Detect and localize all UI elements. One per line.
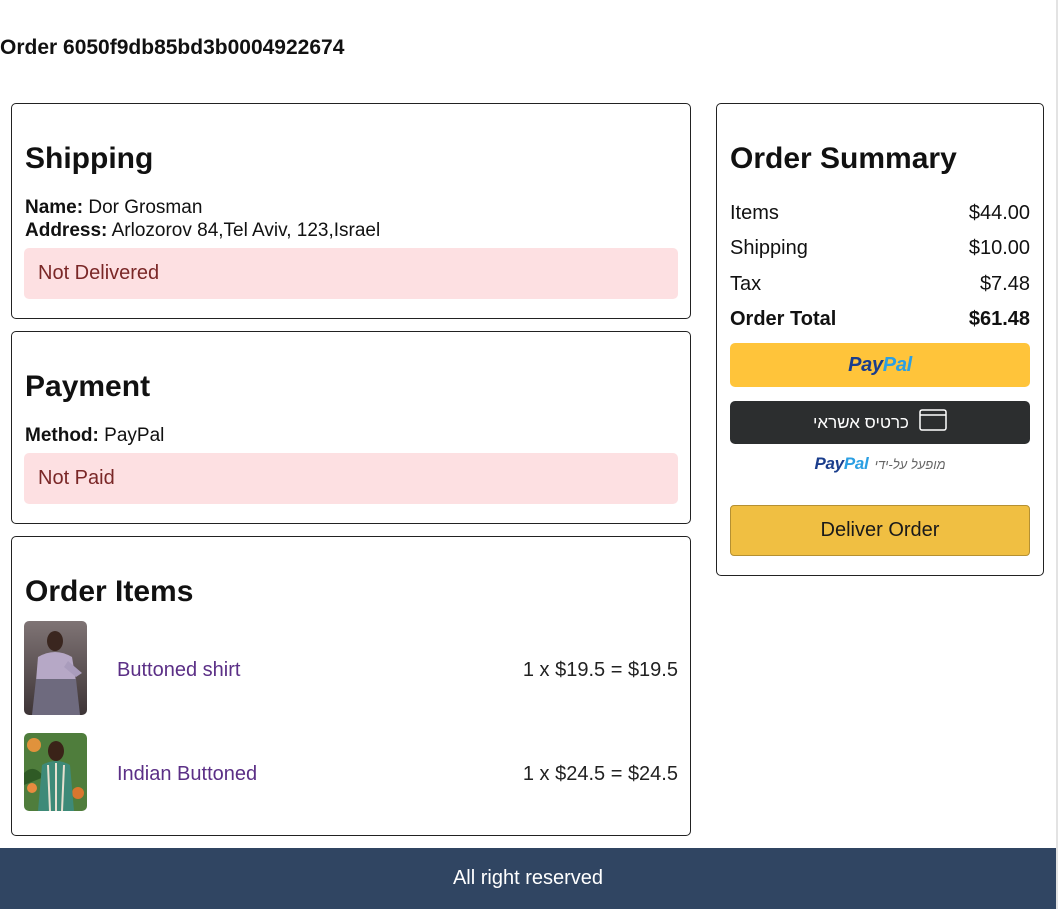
summary-value: $44.00 <box>968 202 1030 224</box>
order-summary-card: Order Summary Items $44.00 Shipping $10.… <box>716 103 1044 576</box>
paypal-logo: PayPal <box>814 454 869 473</box>
paypal-button[interactable]: PayPal <box>730 343 1030 387</box>
payment-status-alert: Not Paid <box>24 453 678 504</box>
summary-value: $7.48 <box>979 273 1030 295</box>
order-items-heading: Order Items <box>25 575 194 608</box>
summary-row-items: Items $44.00 <box>730 202 1030 225</box>
item-link-buttoned-shirt[interactable]: Buttoned shirt <box>117 659 240 682</box>
payment-method-line: Method: PayPal <box>25 425 164 447</box>
address-label: Address: <box>25 220 108 241</box>
summary-value: $10.00 <box>968 237 1030 259</box>
payment-card: Payment Method: PayPal Not Paid <box>11 331 691 524</box>
credit-card-button[interactable]: כרטיס אשראי <box>730 401 1030 444</box>
summary-label: Shipping <box>730 237 808 259</box>
footer: All right reserved <box>0 848 1056 909</box>
address-value: Arlozorov 84,Tel Aviv, 123,Israel <box>111 220 381 241</box>
method-value: PayPal <box>104 425 165 446</box>
summary-label: Tax <box>730 273 762 295</box>
name-value: Dor Grosman <box>88 197 203 218</box>
summary-label: Order Total <box>730 308 837 330</box>
shipping-name-line: Name: Dor Grosman <box>25 197 202 219</box>
shipping-card: Shipping Name: Dor Grosman Address: Arlo… <box>11 103 691 319</box>
deliver-order-button[interactable]: Deliver Order <box>730 505 1030 556</box>
credit-card-label: כרטיס אשראי <box>813 412 909 432</box>
summary-label: Items <box>730 202 779 224</box>
delivery-status-alert: Not Delivered <box>24 248 678 299</box>
item-link-indian-buttoned[interactable]: Indian Buttoned <box>117 763 257 786</box>
order-title: Order 6050f9db85bd3b0004922674 <box>0 36 345 59</box>
summary-value: $61.48 <box>968 308 1030 330</box>
name-label: Name: <box>25 197 84 218</box>
product-image-indian-buttoned[interactable] <box>24 733 87 811</box>
shipping-address-line: Address: Arlozorov 84,Tel Aviv, 123,Isra… <box>25 220 380 242</box>
powered-by-text: מופעל על-ידי <box>874 456 946 472</box>
shipping-heading: Shipping <box>25 142 154 175</box>
paypal-logo: PayPal <box>848 353 912 376</box>
list-item: Buttoned shirt 1 x $19.5 = $19.5 <box>24 621 678 715</box>
order-summary-heading: Order Summary <box>730 142 957 175</box>
order-items-card: Order Items Buttoned shirt 1 x $19.5 = $… <box>11 536 691 836</box>
summary-row-tax: Tax $7.48 <box>730 273 1030 296</box>
list-item: Indian Buttoned 1 x $24.5 = $24.5 <box>24 733 678 811</box>
payment-heading: Payment <box>25 370 151 403</box>
product-image-buttoned-shirt[interactable] <box>24 621 87 715</box>
item-price-calc: 1 x $24.5 = $24.5 <box>522 763 678 785</box>
summary-row-order-total: Order Total $61.48 <box>730 308 1030 331</box>
method-label: Method: <box>25 425 99 446</box>
powered-by-paypal: PayPal מופעל על-ידי <box>730 454 1030 474</box>
item-price-calc: 1 x $19.5 = $19.5 <box>522 659 678 681</box>
credit-card-icon <box>919 409 947 436</box>
summary-row-shipping: Shipping $10.00 <box>730 237 1030 260</box>
footer-text: All right reserved <box>452 867 604 889</box>
